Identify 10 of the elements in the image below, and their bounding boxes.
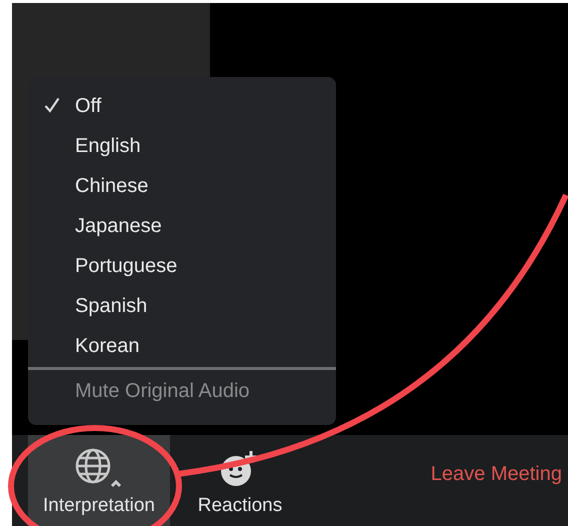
leave-meeting-button[interactable]: Leave Meeting [430, 463, 562, 486]
language-option[interactable]: Spanish [75, 294, 148, 318]
interpretation-button[interactable]: Interpretation [28, 435, 170, 526]
language-option[interactable]: Chinese [75, 174, 148, 198]
language-option[interactable]: Portuguese [75, 254, 178, 278]
language-option[interactable]: Korean [75, 334, 140, 358]
language-option[interactable]: Off [75, 94, 102, 118]
language-option[interactable]: English [75, 134, 141, 158]
reactions-button[interactable]: Reactions [170, 435, 310, 526]
language-option[interactable]: Japanese [75, 214, 162, 238]
